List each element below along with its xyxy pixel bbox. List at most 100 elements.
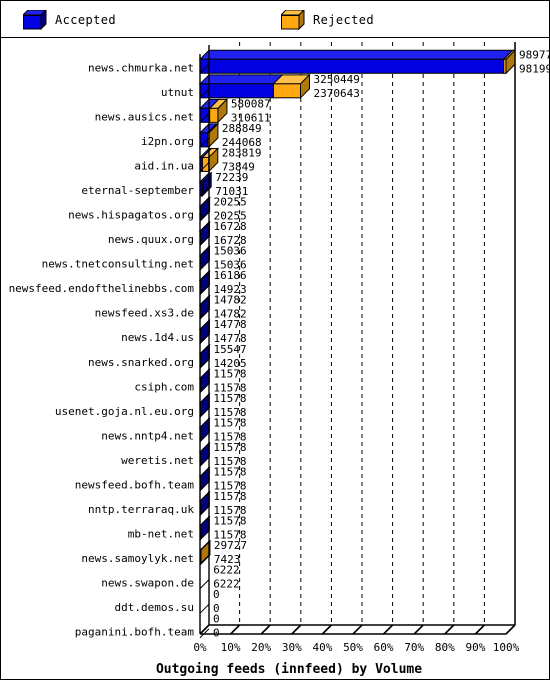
bar-row <box>198 490 211 517</box>
cube-icon-rejected <box>281 10 305 30</box>
bar-value-total: 0 <box>213 588 220 601</box>
bar-segment-accepted-top <box>198 74 284 85</box>
bar-value-total: 11578 <box>213 416 246 429</box>
category-label: csiph.com <box>134 380 194 393</box>
bar-value-total: 20255 <box>214 196 247 209</box>
x-tick-label: 60% <box>374 641 394 654</box>
category-label: news.snarked.org <box>88 356 194 369</box>
bar-segment-rejected <box>272 83 301 99</box>
bar-value-total: 0 <box>213 613 220 626</box>
bar-value-total: 9897742 <box>519 48 549 61</box>
chart-legend: Accepted Rejected <box>1 1 549 38</box>
bar-row <box>198 466 211 492</box>
legend-item-accepted: Accepted <box>23 9 116 31</box>
x-tick-mark <box>230 624 241 635</box>
bar-segment-accepted-top <box>198 49 514 60</box>
category-label: i2pn.org <box>141 135 194 148</box>
x-tick-mark <box>321 624 332 635</box>
bar-value-total: 16728 <box>214 220 247 233</box>
x-tick-mark <box>444 624 455 635</box>
x-tick-label: 0% <box>193 641 207 654</box>
x-tick-mark <box>413 624 424 635</box>
x-tick-label: 10% <box>221 641 241 654</box>
category-label: usenet.goja.nl.eu.org <box>55 405 194 418</box>
category-label: weretis.net <box>121 454 194 467</box>
bar-value-total: 15547 <box>213 343 246 356</box>
x-tick-mark <box>383 624 394 635</box>
bar-chart: news.chmurka.net utnut news.ausics.net i2pn… <box>9 42 549 677</box>
category-label: aid.in.ua <box>134 159 194 172</box>
x-tick-label: 20% <box>251 641 271 654</box>
category-label: ddt.demos.su <box>115 601 194 614</box>
x-tick-label: 80% <box>435 641 455 654</box>
bar-value-total: 16186 <box>214 269 247 282</box>
category-label: news.chmurka.net <box>88 61 194 74</box>
category-label: news.swapon.de <box>101 577 194 590</box>
category-label: newsfeed.endofthelinebbs.com <box>9 282 195 295</box>
legend-label-accepted: Accepted <box>55 13 116 27</box>
bar-value-total: 11578 <box>213 515 246 528</box>
bar-row <box>198 515 211 541</box>
bar-value-total: 14778 <box>213 318 246 331</box>
axis-depth-tick <box>199 579 210 589</box>
bar-row <box>198 73 311 100</box>
bar-row <box>198 269 211 296</box>
value-labels-group: 9897742981998732504492370643580087310611… <box>213 48 549 639</box>
xtick-labels-group: 0% 10% 20% 30% 40% 50% 60% 70% 80% 90% 100% <box>193 641 519 654</box>
bar-value-total: 15036 <box>213 245 246 258</box>
bar-segment-accepted <box>199 83 274 99</box>
bar-row <box>198 294 211 320</box>
bar-row <box>198 441 211 468</box>
category-label: news.ausics.net <box>95 110 194 123</box>
bar-row <box>198 196 211 222</box>
bar-value-total: 6222 <box>213 564 240 577</box>
category-label: newsfeed.xs3.de <box>95 307 194 320</box>
bar-value-total: 11578 <box>213 441 246 454</box>
bar-row <box>198 319 211 345</box>
bar-value-total: 580087 <box>231 97 271 110</box>
category-label: nntp.terraraq.uk <box>88 503 194 516</box>
x-tick-label: 100% <box>493 641 520 654</box>
category-label: news.tnetconsulting.net <box>42 258 194 271</box>
bar-row <box>198 220 211 247</box>
bar-value-accepted: 0 <box>213 627 220 640</box>
x-tick-label: 30% <box>282 641 302 654</box>
x-tick-mark <box>474 624 485 635</box>
category-labels-group: news.chmurka.net utnut news.ausics.net i2pn… <box>9 61 195 638</box>
bar-segment-accepted <box>199 58 505 74</box>
axis-title-group: Outgoing feeds (innfeed) by Volume <box>156 662 422 677</box>
x-tick-mark <box>505 624 516 635</box>
category-label: news.hispagatos.org <box>68 209 194 222</box>
bar-row <box>198 49 517 75</box>
bar-value-total: 3250449 <box>313 73 359 86</box>
bar-row <box>198 417 211 443</box>
bar-segment-rejected <box>201 156 210 172</box>
bar-row <box>198 368 211 394</box>
bar-value-total: 11578 <box>213 392 246 405</box>
bar-value-total: 11578 <box>213 367 246 380</box>
bar-value-total: 283819 <box>222 146 262 159</box>
category-label: paganini.bofh.team <box>75 626 195 639</box>
bar-value-total: 11578 <box>213 465 246 478</box>
category-label: mb-net.net <box>128 528 194 541</box>
legend-label-rejected: Rejected <box>313 13 374 27</box>
x-tick-label: 70% <box>404 641 424 654</box>
category-label: news.samoylyk.net <box>81 552 194 565</box>
x-tick-mark <box>291 624 302 635</box>
bar-value-total: 72239 <box>215 171 248 184</box>
category-label: newsfeed.bofh.team <box>75 478 195 491</box>
axis-depth-tick <box>199 603 210 614</box>
gridlines-group <box>239 42 516 625</box>
x-tick-mark <box>260 624 271 635</box>
x-tick-label: 40% <box>312 641 332 654</box>
bar-value-accepted: 9819987 <box>519 62 549 75</box>
bar-value-total: 29727 <box>214 539 247 552</box>
bar-value-accepted: 2370643 <box>313 87 359 100</box>
bar-value-total: 288849 <box>222 122 262 135</box>
x-tick-mark <box>352 624 363 635</box>
bar-row <box>198 245 211 271</box>
x-tick-label: 50% <box>343 641 363 654</box>
x-axis-title: Outgoing feeds (innfeed) by Volume <box>156 662 422 677</box>
cube-icon-accepted <box>23 10 47 30</box>
bar-row <box>198 343 211 369</box>
